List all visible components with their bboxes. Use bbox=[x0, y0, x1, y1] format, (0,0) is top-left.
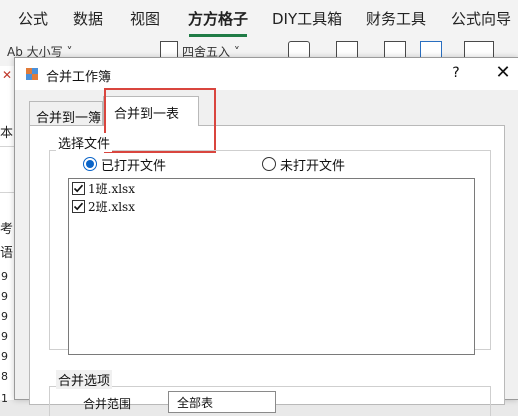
file-name: 1班.xlsx bbox=[88, 182, 135, 196]
close-button[interactable]: ✕ bbox=[493, 63, 513, 83]
close-icon[interactable]: ✕ bbox=[2, 68, 12, 82]
unopened-files-label[interactable]: 未打开文件 bbox=[280, 155, 345, 174]
sheet-cell: 9 bbox=[1, 350, 8, 363]
sheet-cell: 9 bbox=[1, 310, 8, 323]
ribbon-tab-data[interactable]: 数据 bbox=[73, 8, 103, 29]
merge-options-legend: 合并选项 bbox=[56, 370, 113, 389]
opened-files-radio[interactable] bbox=[83, 157, 97, 171]
sheet-cell: 9 bbox=[1, 290, 8, 303]
help-button[interactable]: ? bbox=[446, 63, 466, 83]
file-checkbox[interactable] bbox=[72, 200, 85, 213]
sheet-text: 考 bbox=[0, 222, 14, 237]
file-name: 2班.xlsx bbox=[88, 200, 135, 214]
active-tab-indicator bbox=[189, 34, 247, 37]
opened-files-label[interactable]: 已打开文件 bbox=[101, 155, 166, 174]
ribbon-tab-finance[interactable]: 财务工具 bbox=[366, 8, 426, 29]
range-select[interactable]: 全部表 bbox=[168, 391, 276, 413]
ribbon-tab-view[interactable]: 视图 bbox=[130, 8, 160, 29]
merge-workbook-dialog: 合并工作簿 ? ✕ 合并到一簿 合并到一表 选择文件 已打开文件 未打开文件 1… bbox=[14, 57, 518, 416]
check-icon bbox=[73, 184, 84, 193]
ribbon-tab-formulas[interactable]: 公式 bbox=[18, 8, 48, 29]
file-list[interactable]: 1班.xlsx 2班.xlsx bbox=[68, 178, 475, 355]
sheet-text: 本 bbox=[0, 126, 14, 141]
ribbon-tab-diy-toolbox[interactable]: DIY工具箱 bbox=[272, 8, 342, 29]
ribbon-tab-bar: 公式 数据 视图 方方格子 DIY工具箱 财务工具 公式向导 bbox=[0, 0, 518, 38]
ribbon-tab-formula-wizard[interactable]: 公式向导 bbox=[451, 8, 511, 29]
file-checkbox[interactable] bbox=[72, 182, 85, 195]
sheet-text: 语 bbox=[0, 246, 14, 261]
range-label: 合并范围 bbox=[83, 397, 132, 411]
select-files-legend: 选择文件 bbox=[56, 133, 113, 152]
sheet-cell: 9 bbox=[1, 330, 8, 343]
highlight-box bbox=[104, 88, 216, 153]
workbook-icon bbox=[26, 68, 38, 80]
tab-merge-to-workbook[interactable]: 合并到一簿 bbox=[29, 101, 103, 125]
dialog-title: 合并工作簿 bbox=[46, 70, 112, 85]
unopened-files-radio[interactable] bbox=[262, 157, 276, 171]
sheet-cell: 8 bbox=[1, 370, 8, 383]
sheet-cell: 9 bbox=[1, 270, 8, 283]
check-icon bbox=[73, 202, 84, 211]
ribbon-tab-fangfang[interactable]: 方方格子 bbox=[188, 8, 248, 29]
sheet-cell: 1 bbox=[1, 392, 8, 405]
dialog-titlebar[interactable]: 合并工作簿 ? ✕ bbox=[15, 58, 518, 90]
